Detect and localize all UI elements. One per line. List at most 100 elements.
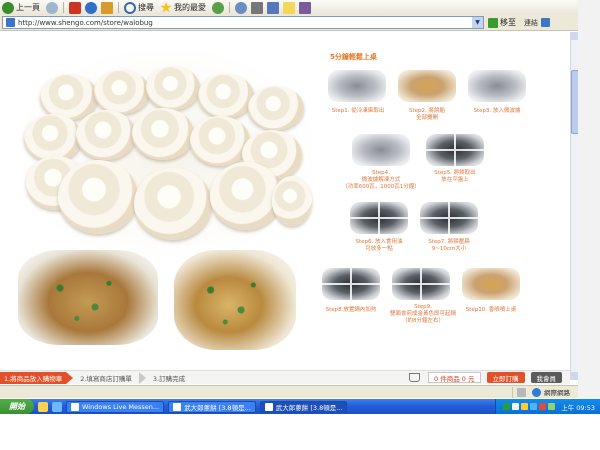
pancake-roll (132, 108, 194, 160)
dropdown-arrow-icon[interactable]: ▼ (472, 17, 483, 28)
taskbar-item-label: 武大郎蔥餅 [3.8頓是... (275, 403, 343, 412)
sliced-pancake-photo (174, 250, 296, 350)
scallion-pancake-stack-photo (22, 52, 312, 257)
stop-icon[interactable] (69, 1, 81, 14)
scallion-spots (18, 250, 158, 345)
pancake-roll (198, 74, 254, 118)
step-8-photo (322, 268, 380, 300)
media-icon[interactable] (212, 1, 224, 14)
forward-arrow-icon[interactable] (46, 1, 58, 14)
pancake-roll (58, 160, 138, 234)
favorites-label: 我的最愛 (174, 3, 206, 12)
taskbar-clock: 上午 09:53 (561, 403, 595, 412)
links-label: 連結 (524, 18, 538, 27)
page-icon (6, 18, 15, 27)
screen-root: 上一頁 搜尋 我的最愛 http://www.shengo.com/store/… (0, 0, 600, 450)
step-10-label: Step10. 香噴噴上桌 (465, 307, 517, 313)
checkout-button[interactable]: 立即訂購 (486, 372, 525, 383)
quicklaunch-ie-icon[interactable] (52, 401, 62, 412)
messenger-icon (71, 402, 79, 411)
step-6-label: Step6. 放入食用油 可放多一點 (355, 239, 403, 252)
go-button[interactable]: 移至 (488, 17, 516, 28)
taskbar-item-browser-1[interactable]: 武大郎蔥餅 [3.8頓是... (168, 400, 256, 413)
refresh-icon[interactable] (85, 1, 97, 14)
web-page: 5分鐘輕鬆上桌 Step1. 從冷凍庫取出 Step2. 將餅餡 全部攤開 St… (0, 32, 570, 380)
cart-summary[interactable]: 0 件商品 0 元 (428, 372, 481, 383)
back-button[interactable]: 上一頁 (0, 1, 40, 15)
pancake-roll (248, 86, 304, 130)
order-step-add-to-cart[interactable]: 1.將商品放入購物車 (0, 371, 67, 384)
browser-status-bar: 網際網路 (0, 385, 578, 398)
favorites-star-icon (160, 1, 172, 13)
status-divider (512, 386, 513, 398)
taskbar-item-messenger[interactable]: Windows Live Messen... (66, 400, 165, 413)
note-icon[interactable] (283, 1, 295, 14)
browser-window-icon (173, 402, 182, 411)
desktop-edge (578, 0, 600, 400)
mail-icon[interactable] (235, 1, 247, 14)
step-6-photo (350, 202, 408, 234)
step-8-label: Step8.放置鍋內加熱 (325, 307, 377, 313)
tray-security-icon[interactable] (521, 403, 529, 410)
url-field[interactable]: http://www.shengo.com/store/walobug ▼ (2, 16, 484, 29)
vertical-scrollbar[interactable] (570, 32, 579, 380)
tray-volume-icon[interactable] (548, 403, 556, 410)
lock-icon (517, 387, 526, 397)
back-arrow-icon (2, 1, 14, 14)
quicklaunch-folder-icon[interactable] (38, 401, 48, 412)
links-button[interactable]: 連結 (524, 18, 550, 28)
pancake-roll (94, 70, 150, 114)
step-4-label: Step4. 微波爐解凍方式 （功率600瓦，1000瓦1分鐘） (342, 170, 420, 190)
steps-title: 5分鐘輕鬆上桌 (330, 53, 377, 61)
step-10-photo (462, 268, 520, 300)
windows-taskbar: 開始 Windows Live Messen... 武大郎蔥餅 [3.8頓是..… (0, 399, 600, 414)
links-icon (541, 18, 550, 27)
pancake-roll (76, 110, 136, 160)
browser-toolbar: 上一頁 搜尋 我的最愛 (0, 0, 578, 15)
print-icon[interactable] (251, 1, 263, 14)
pancake-roll (146, 66, 200, 110)
step-2-photo (398, 70, 456, 102)
taskbar-item-label: 武大郎蔥餅 [3.8頓是... (184, 403, 251, 412)
shopping-cart-icon[interactable] (409, 373, 421, 382)
order-flow-bar: 1.將商品放入購物車 2.填寫商店訂購單 3.訂購完成 0 件商品 0 元 立即… (0, 370, 570, 384)
search-label: 搜尋 (138, 3, 154, 12)
tray-network-icon[interactable] (503, 403, 511, 410)
step-4-photo (352, 134, 410, 166)
step-3-photo (468, 70, 526, 102)
pancake-roll (190, 116, 250, 166)
pancake-roll (272, 176, 312, 226)
pancake-roll (24, 114, 82, 162)
step-3-label: Step3. 放入微波爐 (473, 108, 521, 114)
tray-antivirus-icon[interactable] (539, 403, 547, 410)
step-9-photo (392, 268, 450, 300)
start-button[interactable]: 開始 (0, 399, 34, 414)
search-button[interactable]: 搜尋 (122, 1, 154, 15)
browser-window-icon (264, 402, 273, 411)
favorites-button[interactable]: 我的最愛 (158, 1, 206, 15)
edit-document-icon[interactable] (267, 1, 279, 14)
step-7-photo (420, 202, 478, 234)
home-icon[interactable] (101, 1, 113, 14)
fried-pancake-photo (18, 250, 158, 345)
order-step-fill-form[interactable]: 2.填寫商店訂購單 (76, 372, 136, 384)
back-label: 上一頁 (16, 3, 40, 12)
order-step-complete[interactable]: 3.訂購完成 (149, 372, 189, 384)
research-book-icon[interactable] (299, 1, 311, 14)
search-icon (124, 1, 136, 14)
url-text: http://www.shengo.com/store/walobug (18, 18, 153, 27)
step-7-label: Step7. 將餅壓扁 9~10cm大小 (428, 239, 470, 252)
tray-messenger-icon[interactable] (530, 403, 538, 410)
step-1-label: Step1. 從冷凍庫取出 (331, 108, 385, 114)
tray-ime-icon[interactable] (512, 403, 520, 410)
toolbar-separator (63, 2, 64, 13)
taskbar-item-browser-2[interactable]: 武大郎蔥餅 [3.8頓是... (259, 400, 348, 413)
toolbar-separator (118, 2, 119, 13)
step-5-label: Step5. 將餅取出 放在平盤上 (434, 170, 476, 183)
pancake-roll (134, 168, 212, 240)
go-arrow-icon (488, 17, 498, 28)
go-label: 移至 (500, 18, 516, 27)
system-tray: 上午 09:53 (495, 399, 600, 414)
arrow-right-icon (66, 371, 74, 384)
member-button[interactable]: 我會員 (530, 372, 562, 383)
